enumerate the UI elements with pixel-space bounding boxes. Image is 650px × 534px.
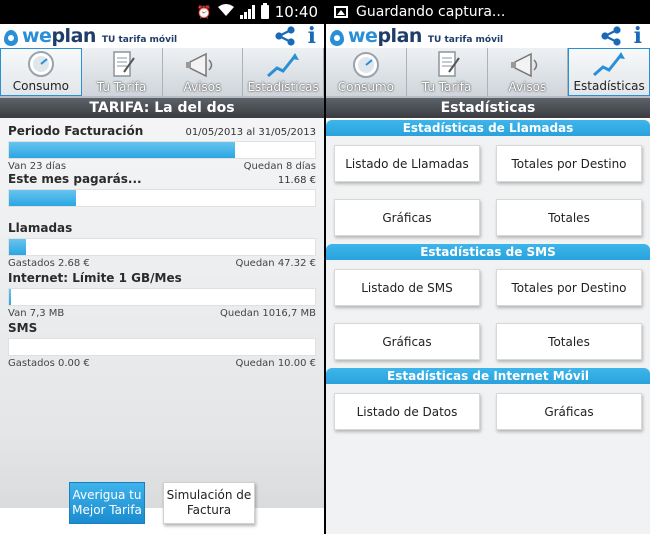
tagline: TU tarifa móvil bbox=[101, 35, 178, 45]
status-bar: ⏰ 10:40 bbox=[0, 0, 324, 24]
info-icon[interactable]: i bbox=[308, 25, 316, 47]
megaphone-icon bbox=[186, 52, 213, 78]
page-title: Estadísticas bbox=[326, 98, 650, 118]
battery-icon bbox=[260, 3, 269, 19]
tab-avisos[interactable]: Avisos bbox=[487, 48, 569, 96]
section-llamadas-title: Estadísticas de Llamadas bbox=[326, 120, 650, 136]
listado-llamadas-button[interactable]: Listado de Llamadas bbox=[334, 145, 480, 182]
pagaras-label: Este mes pagarás... bbox=[8, 172, 142, 186]
sms-remaining: Quedan 10.00 € bbox=[235, 358, 316, 369]
tab-estadisticas[interactable]: Estadísticas bbox=[243, 48, 324, 96]
wifi-icon bbox=[217, 4, 234, 20]
sms-label: SMS bbox=[8, 321, 38, 335]
share-icon[interactable] bbox=[274, 26, 296, 46]
internet-progress bbox=[8, 288, 316, 306]
tab-bar: Consumo Tu Tarifa Avisos Estadísticas bbox=[326, 48, 650, 98]
periodo-elapsed: Van 23 días bbox=[8, 161, 67, 172]
section-sms-title: Estadísticas de SMS bbox=[326, 244, 650, 260]
simulacion-factura-button[interactable]: Simulación de Factura bbox=[163, 482, 255, 524]
pagaras-amount: 11.68 € bbox=[277, 175, 316, 186]
periodo-remaining: Quedan 8 días bbox=[243, 161, 316, 172]
llamadas-label: Llamadas bbox=[8, 221, 73, 235]
trend-chart-icon bbox=[267, 53, 300, 78]
consumo-body: Periodo Facturación 01/05/2013 al 31/05/… bbox=[0, 118, 324, 508]
speedometer-icon bbox=[27, 51, 54, 77]
tagline: TU tarifa móvil bbox=[427, 35, 504, 45]
alarm-icon: ⏰ bbox=[196, 5, 212, 19]
speedometer-icon bbox=[352, 52, 379, 78]
averigua-mejor-tarifa-button[interactable]: Averigua tu Mejor Tarifa bbox=[69, 482, 145, 524]
internet-graficas-button[interactable]: Gráficas bbox=[496, 393, 642, 430]
periodo-progress bbox=[8, 141, 316, 159]
tab-bar: Consumo Tu Tarifa Avisos Estadísticas bbox=[0, 48, 324, 98]
tab-consumo[interactable]: Consumo bbox=[0, 48, 82, 96]
share-icon[interactable] bbox=[600, 26, 622, 46]
llamadas-totales-destino-button[interactable]: Totales por Destino bbox=[496, 145, 642, 182]
app-header: weplan TU tarifa móvil i bbox=[326, 24, 650, 48]
consumo-screen: ⏰ 10:40 weplan TU tarifa móvil i Consumo… bbox=[0, 0, 324, 534]
tab-tu-tarifa[interactable]: Tu Tarifa bbox=[81, 48, 163, 96]
section-internet-title: Estadísticas de Internet Móvil bbox=[326, 368, 650, 384]
periodo-range: 01/05/2013 al 31/05/2013 bbox=[185, 127, 316, 138]
tariff-title: TARIFA: La del dos bbox=[0, 98, 324, 118]
internet-used: Van 7,3 MB bbox=[8, 308, 65, 319]
weplan-logo: weplan TU tarifa móvil bbox=[330, 26, 503, 46]
tab-avisos[interactable]: Avisos bbox=[162, 48, 244, 96]
logo-icon bbox=[4, 30, 18, 46]
estadisticas-body: Estadísticas de Llamadas Listado de Llam… bbox=[326, 120, 650, 534]
sms-spent: Gastados 0.00 € bbox=[8, 358, 90, 369]
logo-icon bbox=[330, 30, 344, 46]
sms-totales-destino-button[interactable]: Totales por Destino bbox=[496, 269, 642, 306]
weplan-logo: weplan TU tarifa móvil bbox=[4, 26, 177, 46]
screenshot-notification: Guardando captura... bbox=[356, 4, 506, 20]
app-header: weplan TU tarifa móvil i bbox=[0, 24, 324, 48]
llamadas-totales-button[interactable]: Totales bbox=[496, 199, 642, 236]
sms-progress bbox=[8, 338, 316, 356]
tab-estadisticas[interactable]: Estadísticas bbox=[568, 48, 650, 96]
estadisticas-screen: Guardando captura... weplan TU tarifa mó… bbox=[326, 0, 650, 534]
status-time: 10:40 bbox=[274, 3, 318, 21]
llamadas-spent: Gastados 2.68 € bbox=[8, 258, 90, 269]
internet-label: Internet: Límite 1 GB/Mes bbox=[8, 271, 182, 285]
document-icon bbox=[112, 51, 135, 77]
llamadas-graficas-button[interactable]: Gráficas bbox=[334, 199, 480, 236]
status-bar: Guardando captura... bbox=[326, 0, 650, 24]
pagaras-progress bbox=[8, 189, 316, 207]
info-icon[interactable]: i bbox=[634, 25, 642, 47]
tab-consumo[interactable]: Consumo bbox=[326, 48, 407, 96]
llamadas-remaining: Quedan 47.32 € bbox=[235, 258, 316, 269]
image-icon bbox=[334, 6, 348, 18]
document-icon bbox=[437, 51, 460, 77]
sms-graficas-button[interactable]: Gráficas bbox=[334, 323, 480, 360]
megaphone-icon bbox=[511, 52, 538, 78]
signal-icon bbox=[239, 5, 255, 19]
sms-totales-button[interactable]: Totales bbox=[496, 323, 642, 360]
listado-sms-button[interactable]: Listado de SMS bbox=[334, 269, 480, 306]
tab-tu-tarifa[interactable]: Tu Tarifa bbox=[406, 48, 488, 96]
llamadas-progress bbox=[8, 238, 316, 256]
periodo-label: Periodo Facturación bbox=[8, 124, 144, 138]
trend-chart-icon bbox=[593, 52, 626, 77]
listado-datos-button[interactable]: Listado de Datos bbox=[334, 393, 480, 430]
internet-remaining: Quedan 1016,7 MB bbox=[219, 308, 316, 319]
